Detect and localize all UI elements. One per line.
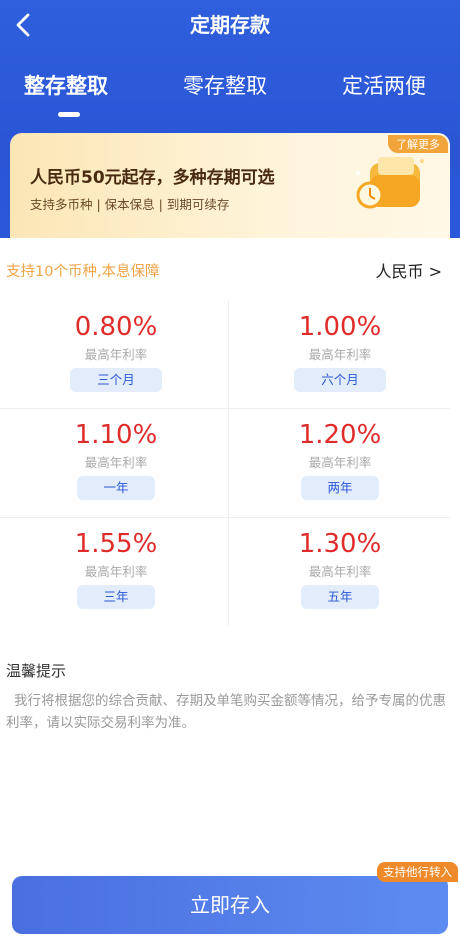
learn-more-link[interactable]: 了解更多 <box>388 135 448 153</box>
active-tab-indicator <box>58 112 80 117</box>
page-title: 定期存款 <box>190 13 270 37</box>
rate-label: 最高年利率 <box>308 564 372 579</box>
term-chip[interactable]: 三年 <box>77 585 155 609</box>
tab-fixed-lump-sum[interactable]: 整存整取 <box>24 70 108 102</box>
promo-title: 人民币50元起存，多种存期可选 <box>30 168 275 188</box>
rate-value: 1.55% <box>74 529 158 559</box>
wallet-icon <box>350 153 430 223</box>
rate-card[interactable]: 1.55% 最高年利率 三年 <box>2 517 230 625</box>
tab-flexible-deposit[interactable]: 定活两便 <box>342 70 426 102</box>
rate-card[interactable]: 1.00% 最高年利率 六个月 <box>226 300 454 408</box>
promo-subtitle: 支持多币种 | 保本保息 | 到期可续存 <box>30 197 230 212</box>
term-chip[interactable]: 六个月 <box>294 368 386 392</box>
term-chip[interactable]: 两年 <box>301 476 379 500</box>
rate-value: 1.30% <box>298 529 382 559</box>
term-chip[interactable]: 五年 <box>301 585 379 609</box>
rate-label: 最高年利率 <box>84 455 148 470</box>
currency-tip: 支持10个币种,本息保障 <box>6 264 160 280</box>
rate-label: 最高年利率 <box>308 347 372 362</box>
rate-value: 1.10% <box>74 420 158 450</box>
tab-bar: 整存整取 零存整取 定活两便 <box>0 70 460 106</box>
rates-grid: 0.80% 最高年利率 三个月 1.00% 最高年利率 六个月 1.10% 最高… <box>0 300 460 630</box>
rate-card[interactable]: 1.30% 最高年利率 五年 <box>226 517 454 625</box>
transfer-badge: 支持他行转入 <box>377 862 458 882</box>
rate-label: 最高年利率 <box>308 455 372 470</box>
term-chip[interactable]: 一年 <box>77 476 155 500</box>
tab-installment-deposit[interactable]: 零存整取 <box>183 70 267 102</box>
currency-selector[interactable]: 人民币 > <box>376 258 443 282</box>
tips-text: 我行将根据您的综合贡献、存期及单笔购买金额等情况，给予专属的优惠利率，请以实际交… <box>6 693 446 731</box>
rate-card[interactable]: 1.10% 最高年利率 一年 <box>2 408 230 516</box>
term-chip[interactable]: 三个月 <box>70 368 162 392</box>
rate-value: 1.20% <box>298 420 382 450</box>
promo-banner[interactable]: 了解更多 人民币50元起存，多种存期可选 支持多币种 | 保本保息 | 到期可续… <box>10 133 450 238</box>
currency-row: 支持10个币种,本息保障 人民币 > <box>0 256 460 286</box>
deposit-now-button[interactable]: 立即存入 <box>12 876 448 934</box>
rate-card[interactable]: 1.20% 最高年利率 两年 <box>226 408 454 516</box>
rate-label: 最高年利率 <box>84 564 148 579</box>
rate-card[interactable]: 0.80% 最高年利率 三个月 <box>2 300 230 408</box>
rate-value: 0.80% <box>74 312 158 342</box>
tips-title: 温馨提示 <box>6 662 67 680</box>
rate-value: 1.00% <box>298 312 382 342</box>
rate-label: 最高年利率 <box>84 347 148 362</box>
